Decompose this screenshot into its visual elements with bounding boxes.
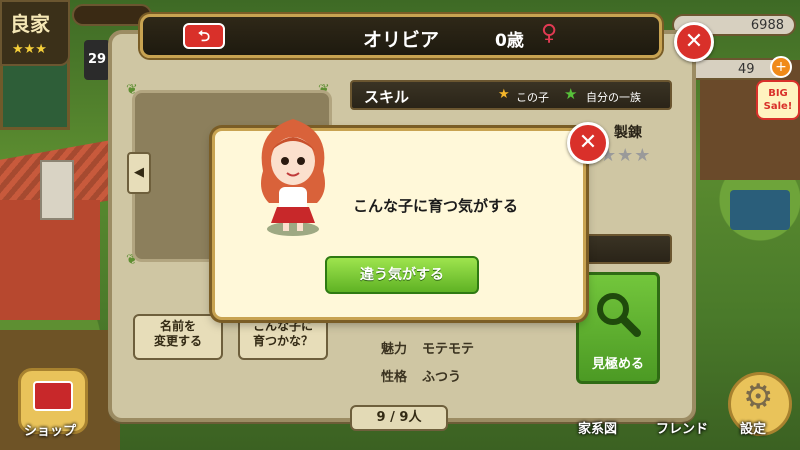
big-sale-label: BIG Sale! [763,88,793,112]
cart [730,190,790,230]
shop-icon [33,381,73,411]
rename-button[interactable]: 名前を 変更する [133,314,223,360]
friends-label[interactable]: フレンド [656,418,708,437]
close-icon: ✕ [578,130,598,155]
family-tree-label[interactable]: 家系図 [578,418,617,437]
legend-family: 自分の一族 [586,91,641,104]
legend-this-child: この子 [516,91,549,104]
level-indicator: 29 [84,40,110,80]
gear-icon: ⚙ [743,377,774,417]
skill-title: スキル [364,88,410,106]
star-this-child-icon: ★ [498,87,510,102]
title-bar: ⮌ オリビア 0歳 ♀ [140,14,662,58]
level-value: 29 [87,52,107,67]
page-counter: 9 / 9人 [350,405,448,431]
house-green-roof [0,60,70,130]
big-sale-badge[interactable]: BIG Sale! [756,80,800,120]
magnifier-icon [597,293,641,337]
character-age: 0歳 [495,31,524,51]
stat-personality-value: ふつう [422,370,462,385]
rank-label: 良家 [10,12,50,36]
inspect-label: 見極める [591,357,644,372]
stat-charm-value: モテモテ [422,342,475,357]
prev-character-button[interactable]: ◀ [127,152,151,194]
stat-charm-label: 魅力 [381,342,408,357]
settings-label: 設定 [740,422,767,437]
close-icon: ✕ [684,29,704,54]
gems-value: 49 [738,62,755,77]
dialog-close-button[interactable]: ✕ [567,122,609,164]
panel-close-button[interactable]: ✕ [674,22,714,62]
different-feeling-button[interactable]: 違う気がする [325,256,479,294]
shop-label: ショップ [24,424,77,439]
grow-preview-button[interactable]: こんな子に 育つかな？ [238,314,328,360]
character-name: オリビア [362,29,439,51]
skill-smelting-label: 製錬 [614,125,642,141]
page-total: / 9人 [390,410,422,425]
dialog-message: こんな子に育つ気がする [353,197,519,215]
chimney [40,160,74,220]
skill-header: スキル ★ この子 ★ 自分の一族 [350,80,672,110]
coins-value: 6988 [750,18,784,33]
character-avatar [261,119,325,236]
rank-badge[interactable]: 良家 ★★★ [0,0,70,66]
page-current: 9 [376,410,386,425]
chevron-left-icon: ◀ [134,165,144,180]
rank-stars-icon: ★★★ [12,42,47,57]
inspect-button[interactable]: 見極める [576,272,660,384]
female-icon: ♀ [541,21,558,46]
stat-personality-label: 性格 [381,370,408,385]
star-family-icon: ★ [564,85,578,103]
add-gems-icon[interactable]: + [770,56,792,78]
grow-preview-dialog: こんな子に育つ気がする 違う気がする [212,119,586,320]
